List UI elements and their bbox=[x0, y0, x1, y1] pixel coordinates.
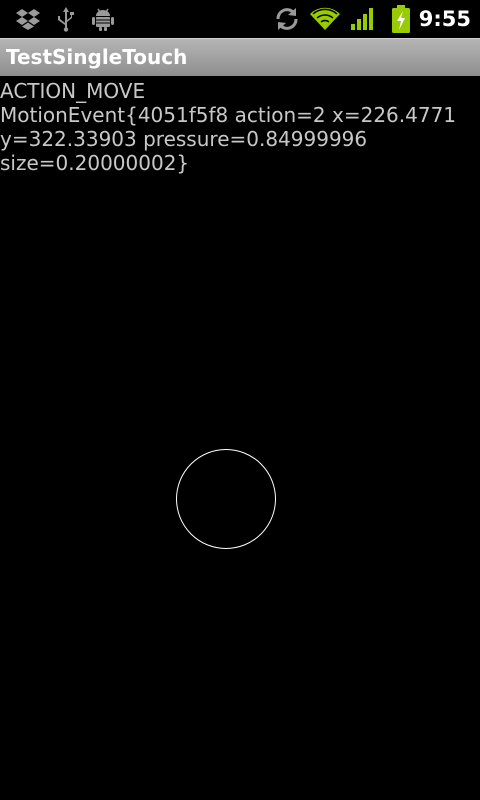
touch-point-circle bbox=[176, 449, 276, 549]
battery-charging-icon bbox=[391, 0, 411, 38]
android-debug-icon bbox=[91, 0, 115, 38]
app-title: TestSingleTouch bbox=[6, 45, 188, 69]
wifi-icon bbox=[310, 0, 340, 38]
app-title-bar: TestSingleTouch bbox=[0, 38, 480, 76]
sync-icon bbox=[274, 0, 300, 38]
status-time: 9:55 bbox=[418, 7, 471, 31]
dropbox-icon bbox=[16, 0, 40, 38]
signal-icon bbox=[350, 0, 376, 38]
usb-icon bbox=[56, 0, 76, 38]
status-bar: 9:55 bbox=[0, 0, 480, 38]
action-name: ACTION_MOVE bbox=[0, 79, 146, 103]
event-readout: ACTION_MOVE MotionEvent{4051f5f8 action=… bbox=[0, 79, 478, 175]
motion-event-details: MotionEvent{4051f5f8 action=2 x=226.4771… bbox=[0, 103, 457, 175]
touch-canvas[interactable]: ACTION_MOVE MotionEvent{4051f5f8 action=… bbox=[0, 76, 480, 800]
